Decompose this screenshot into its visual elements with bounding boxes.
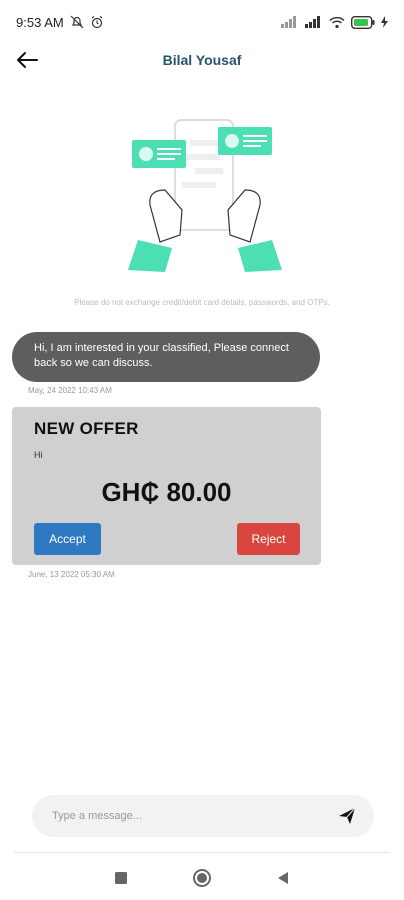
message-input[interactable] xyxy=(52,810,336,822)
disclaimer-text: Please do not exchange credit/debit card… xyxy=(74,298,330,307)
status-bar: 9:53 AM xyxy=(0,0,404,44)
notification-off-icon xyxy=(70,15,84,29)
status-time: 9:53 AM xyxy=(16,14,64,30)
back-button[interactable] xyxy=(12,46,42,74)
recent-apps-icon xyxy=(114,872,127,884)
page-title: Bilal Yousaf xyxy=(162,52,242,68)
accept-button[interactable]: Accept xyxy=(34,523,101,555)
offer-title: NEW OFFER xyxy=(34,419,139,438)
send-icon xyxy=(339,807,356,824)
reject-button[interactable]: Reject xyxy=(237,523,300,555)
nav-back-button[interactable] xyxy=(271,866,295,890)
battery-icon xyxy=(351,15,375,29)
home-button[interactable] xyxy=(190,866,214,890)
signal-icon xyxy=(305,16,323,28)
offer-note: Hi xyxy=(34,450,43,460)
wifi-icon xyxy=(329,16,345,29)
send-button[interactable] xyxy=(336,805,358,827)
offer-card: NEW OFFER Hi GH₵ 80.00 Accept Reject xyxy=(12,407,321,565)
offer-price: GH₵ 80.00 xyxy=(101,477,232,507)
message-composer xyxy=(32,795,374,837)
chat-illustration xyxy=(128,119,282,272)
status-right xyxy=(281,15,388,29)
offer-timestamp: June, 13 2022 05:30 AM xyxy=(28,570,115,579)
status-left: 9:53 AM xyxy=(16,15,104,30)
message-timestamp: May, 24 2022 10:43 AM xyxy=(28,386,112,395)
recent-apps-button[interactable] xyxy=(109,866,133,890)
message-text: Hi, I am interested in your classified, … xyxy=(34,342,289,369)
signal-icon xyxy=(281,16,299,28)
charging-icon xyxy=(381,16,388,28)
message-bubble: Hi, I am interested in your classified, … xyxy=(12,332,320,382)
alarm-icon xyxy=(90,15,104,29)
arrow-left-icon xyxy=(17,52,38,68)
system-nav-bar xyxy=(0,858,404,898)
divider xyxy=(14,852,390,853)
chat-header: Bilal Yousaf xyxy=(0,44,404,76)
home-icon xyxy=(192,869,211,887)
back-icon xyxy=(278,872,289,884)
